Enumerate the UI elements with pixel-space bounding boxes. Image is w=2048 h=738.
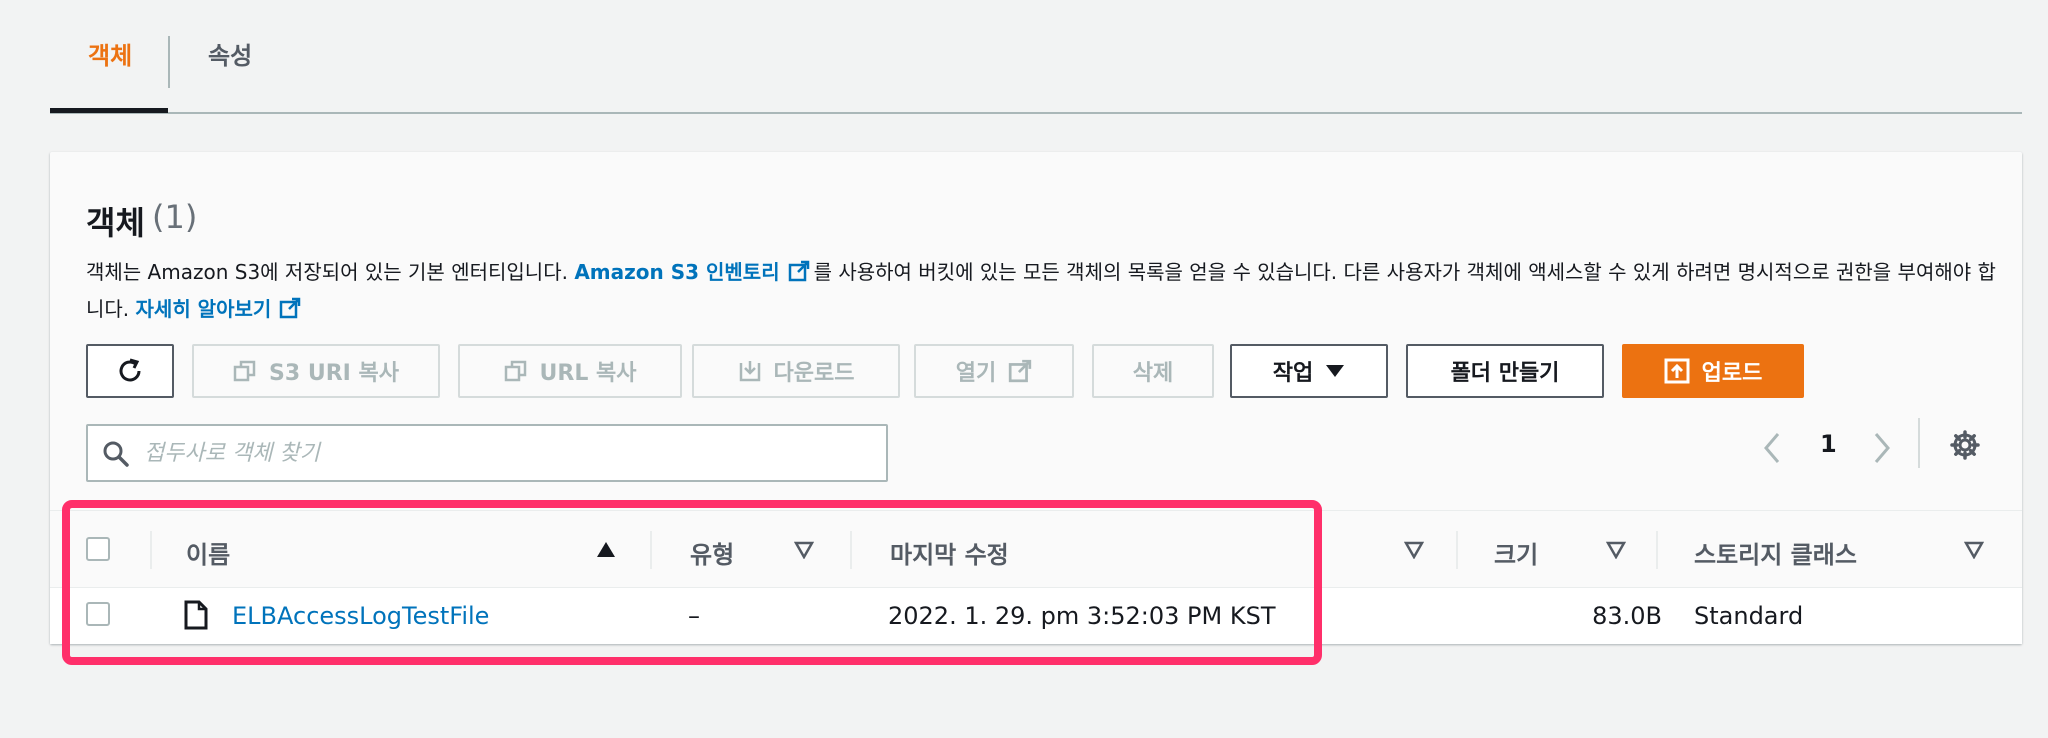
tab-properties[interactable]: 속성 — [208, 36, 252, 84]
copy-icon — [504, 360, 526, 382]
current-page-number[interactable]: 1 — [1820, 430, 1837, 458]
open-label: 열기 — [955, 361, 997, 386]
object-name-link[interactable]: ELBAccessLogTestFile — [232, 602, 489, 630]
column-header-last-modified[interactable]: 마지막 수정 — [890, 535, 1009, 570]
copy-icon — [233, 360, 256, 382]
sort-icon[interactable] — [1606, 541, 1626, 559]
column-divider — [850, 531, 852, 569]
create-folder-label: 폴더 만들기 — [1450, 361, 1560, 386]
refresh-icon — [119, 358, 141, 382]
upload-button[interactable]: 업로드 — [1622, 344, 1804, 398]
download-button[interactable]: 다운로드 — [692, 344, 900, 398]
column-header-type[interactable]: 유형 — [690, 535, 734, 570]
panel-description: 객체는 Amazon S3에 저장되어 있는 기본 엔터티입니다. Amazon… — [86, 254, 2006, 328]
gear-icon[interactable] — [1950, 430, 1980, 460]
sort-icon[interactable] — [794, 541, 814, 559]
column-divider — [650, 531, 652, 569]
sort-ascending-icon[interactable] — [596, 541, 616, 559]
search-box — [86, 424, 888, 482]
tab-objects[interactable]: 객체 — [88, 36, 132, 84]
previous-page-icon[interactable] — [1762, 432, 1782, 464]
copy-s3-uri-label: S3 URI 복사 — [269, 361, 399, 386]
search-icon — [103, 441, 129, 467]
copy-url-label: URL 복사 — [539, 361, 637, 386]
external-link-icon — [1009, 359, 1032, 383]
create-folder-button[interactable]: 폴더 만들기 — [1406, 344, 1604, 398]
active-tab-indicator — [50, 108, 168, 113]
column-divider — [1456, 531, 1458, 569]
inventory-link[interactable]: Amazon S3 인벤토리 — [574, 260, 813, 284]
sort-icon[interactable] — [1404, 541, 1424, 559]
object-storage-class: Standard — [1694, 602, 1804, 630]
object-size: 83.0B — [1592, 602, 1662, 630]
external-link-icon — [788, 260, 809, 282]
column-header-storage-class[interactable]: 스토리지 클래스 — [1694, 535, 1857, 570]
sort-icon[interactable] — [1964, 541, 1984, 559]
learn-more-link[interactable]: 자세히 알아보기 — [136, 297, 306, 321]
refresh-button[interactable] — [86, 344, 174, 398]
tab-divider — [168, 36, 170, 88]
actions-dropdown[interactable]: 작업 — [1230, 344, 1388, 398]
table-row: ELBAccessLogTestFile – 2022. 1. 29. pm 3… — [50, 588, 2022, 644]
column-header-size[interactable]: 크기 — [1494, 535, 1538, 570]
download-icon — [739, 361, 760, 382]
delete-label: 삭제 — [1132, 361, 1174, 386]
upload-icon — [1664, 358, 1690, 384]
object-last-modified: 2022. 1. 29. pm 3:52:03 PM KST — [888, 602, 1276, 630]
search-input[interactable] — [144, 434, 864, 472]
open-button[interactable]: 열기 — [914, 344, 1074, 398]
column-divider — [150, 531, 152, 569]
tab-bar: 객체 속성 — [50, 0, 2022, 114]
download-label: 다운로드 — [773, 361, 855, 386]
object-type: – — [688, 602, 700, 630]
upload-label: 업로드 — [1701, 361, 1763, 386]
pagination-divider — [1918, 418, 1920, 468]
delete-button[interactable]: 삭제 — [1092, 344, 1214, 398]
object-count: (1) — [152, 198, 198, 236]
copy-s3-uri-button[interactable]: S3 URI 복사 — [192, 344, 440, 398]
column-divider — [1656, 531, 1658, 569]
row-checkbox[interactable] — [86, 602, 110, 626]
select-all-checkbox[interactable] — [86, 537, 110, 561]
panel-title: 객체 — [86, 204, 145, 242]
file-icon — [184, 600, 208, 630]
external-link-icon — [280, 297, 301, 319]
objects-panel: 객체 (1) 객체는 Amazon S3에 저장되어 있는 기본 엔터티입니다.… — [50, 152, 2022, 644]
copy-url-button[interactable]: URL 복사 — [458, 344, 682, 398]
actions-label: 작업 — [1272, 361, 1314, 386]
description-text-1: 객체는 Amazon S3에 저장되어 있는 기본 엔터티입니다. — [86, 260, 575, 284]
table-header: 이름 유형 마지막 수정 크기 스토리지 클래스 — [50, 510, 2022, 588]
caret-down-icon — [1326, 365, 1345, 377]
next-page-icon[interactable] — [1872, 432, 1892, 464]
column-header-name[interactable]: 이름 — [186, 535, 230, 570]
